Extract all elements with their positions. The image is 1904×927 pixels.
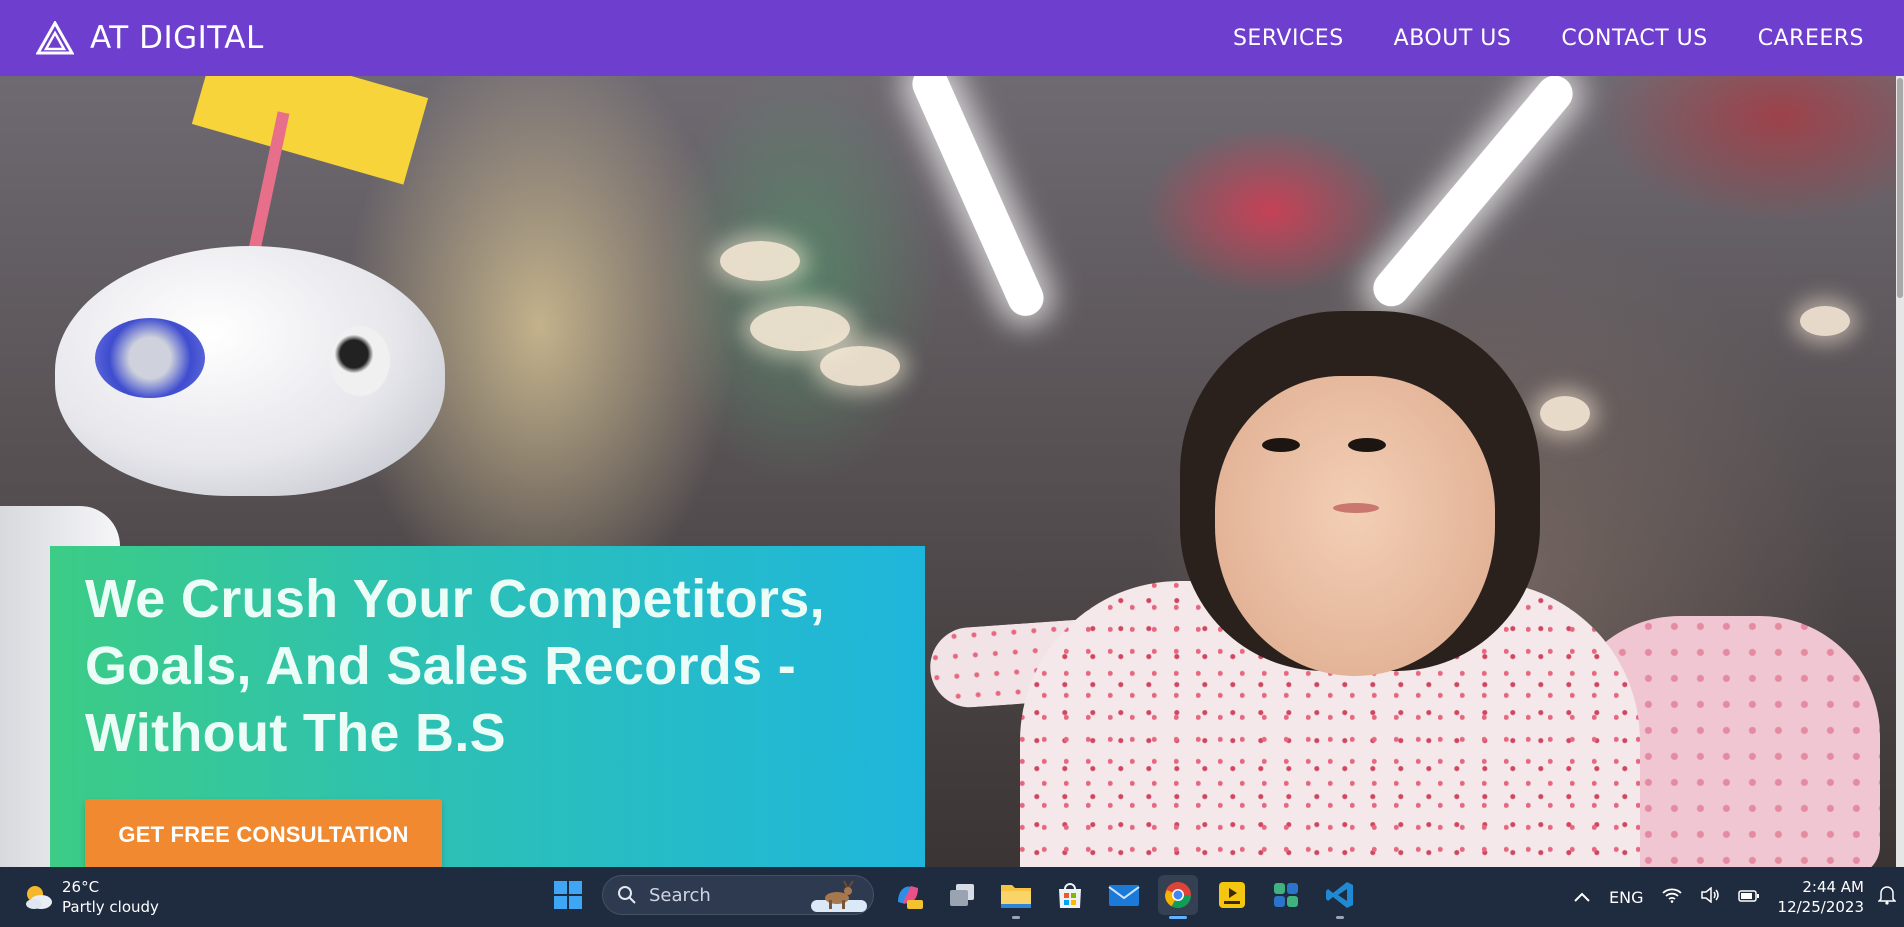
nav-link-contact-us[interactable]: CONTACT US [1561,26,1707,51]
robot-eye [95,318,205,398]
page-scrollbar[interactable] [1896,76,1904,867]
task-view-icon[interactable] [942,875,982,915]
weather-widget[interactable]: 26°C Partly cloudy [22,877,159,917]
chrome-icon[interactable] [1158,875,1198,919]
vscode-icon[interactable] [1320,875,1360,919]
hero-card: We Crush Your Competitors, Goals, And Sa… [50,546,925,867]
chevron-up-icon[interactable] [1573,888,1591,907]
player-icon[interactable] [1212,875,1252,915]
weather-temperature: 26°C [62,878,100,896]
windows-taskbar: 26°C Partly cloudy Search ENG 2:44 AM 12… [0,867,1904,927]
clock-date: 12/25/2023 [1777,898,1864,916]
clock-time: 2:44 AM [1802,878,1864,896]
copilot-icon[interactable] [888,875,928,915]
search-placeholder: Search [649,884,711,906]
nav-links: SERVICES ABOUT US CONTACT US CAREERS [1233,26,1864,51]
start-icon[interactable] [548,875,588,915]
girl-eye [1262,438,1300,452]
ceiling-light [906,76,1050,322]
taskbar-search-input[interactable]: Search [602,875,874,915]
hero-headline: We Crush Your Competitors, Goals, And Sa… [85,569,825,763]
weather-condition: Partly cloudy [62,898,159,916]
nav-link-careers[interactable]: CAREERS [1758,26,1864,51]
ceiling-light [1366,76,1580,314]
mail-icon[interactable] [1104,875,1144,915]
girl-face [1215,376,1495,676]
girl-eye [1348,438,1386,452]
souvenir-sign [191,76,429,185]
brand-name: AT DIGITAL [90,20,264,56]
top-navbar: AT DIGITAL SERVICES ABOUT US CONTACT US … [0,0,1904,76]
file-explorer-icon[interactable] [996,875,1036,919]
wifi-icon[interactable] [1661,887,1682,907]
taskbar-apps: Search [548,875,1360,919]
system-tray: ENG 2:44 AM 12/25/2023 [1573,867,1904,927]
language-indicator[interactable]: ENG [1609,888,1643,907]
notification-icon[interactable] [1877,885,1897,909]
girl-mouth [1333,503,1379,513]
bokeh-light [750,306,850,351]
get-free-consultation-button[interactable]: GET FREE CONSULTATION [85,799,442,867]
store-icon[interactable] [1050,875,1090,915]
robot-eye [330,326,390,396]
bokeh-light [1800,306,1850,336]
brand-triangle-icon [36,21,74,55]
bokeh-light [820,346,900,386]
nav-link-about-us[interactable]: ABOUT US [1394,26,1512,51]
scrollbar-thumb[interactable] [1897,78,1903,298]
volume-icon[interactable] [1700,886,1720,907]
search-icon [618,886,636,904]
nav-link-services[interactable]: SERVICES [1233,26,1344,51]
reindeer-icon [811,880,867,912]
bokeh-light [720,241,800,281]
app-icon[interactable] [1266,875,1306,915]
hero-section: We Crush Your Competitors, Goals, And Sa… [0,76,1904,867]
battery-icon[interactable] [1737,888,1760,907]
partly-cloudy-icon [22,882,52,912]
clock[interactable]: 2:44 AM 12/25/2023 [1778,877,1864,917]
brand-logo[interactable]: AT DIGITAL [36,20,264,56]
bokeh-light [1540,396,1590,431]
